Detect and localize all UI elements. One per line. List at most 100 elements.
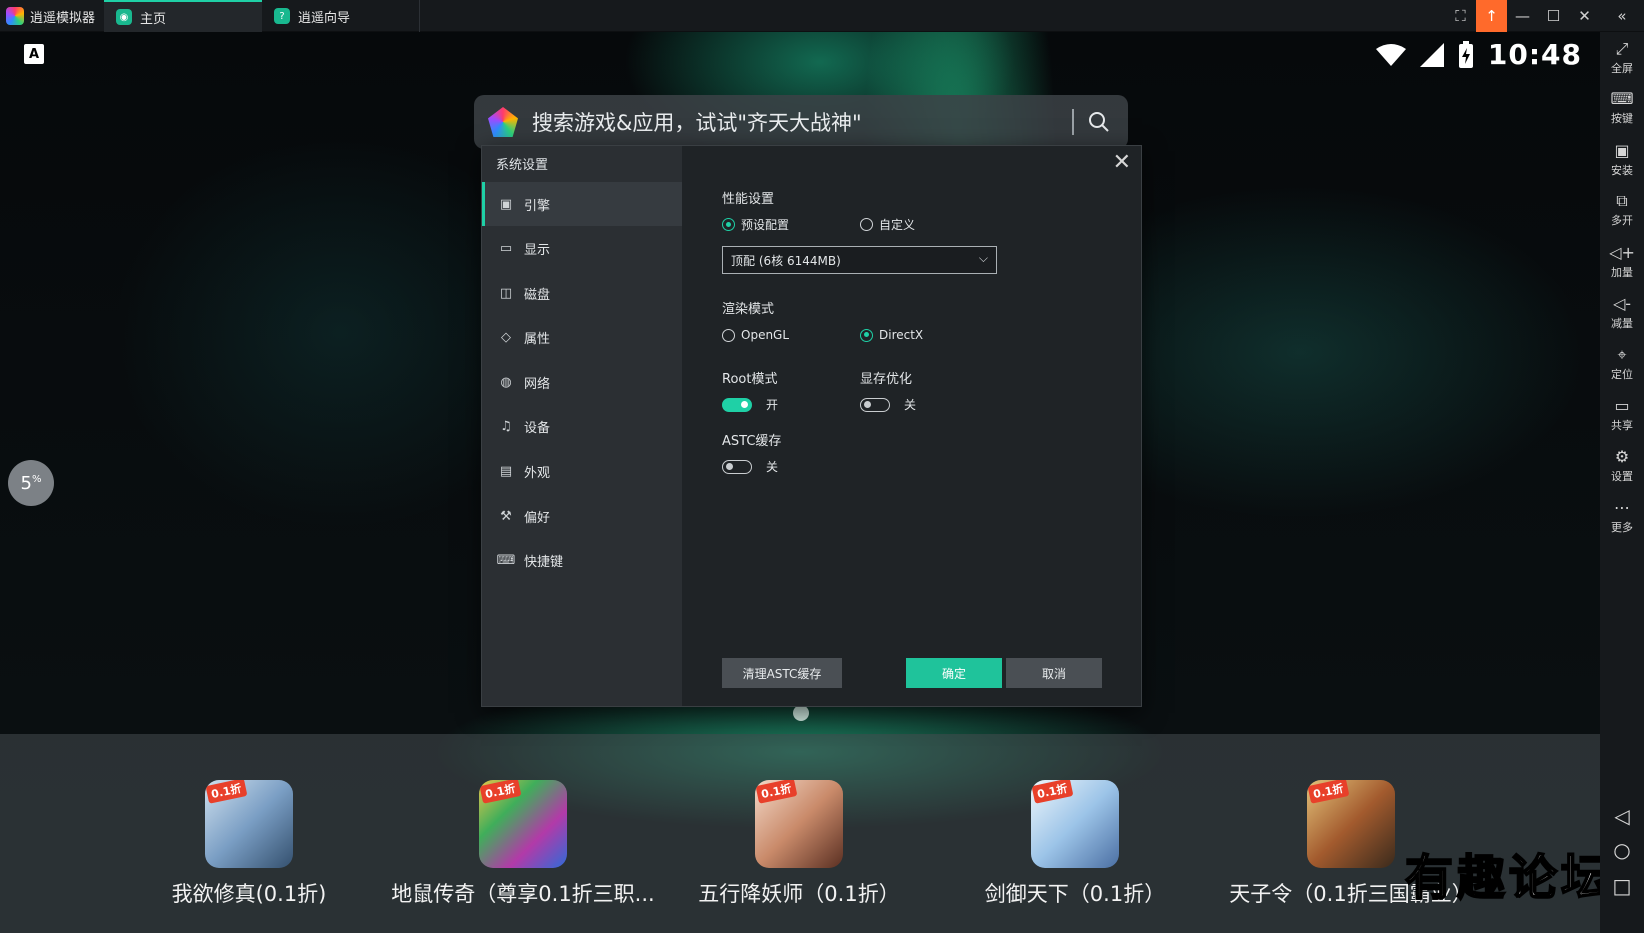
- window-controls: ⛶ ↑ — ☐ ✕ «: [1445, 0, 1644, 32]
- title-bar: 逍遥模拟器 ◉ 主页 ? 逍遥向导 ⛶ ↑ — ☐ ✕ «: [0, 0, 1644, 32]
- location-button[interactable]: ⌖ 定位: [1600, 346, 1644, 382]
- dialog-title: 系统设置: [496, 158, 549, 173]
- tab-home[interactable]: ◉ 主页: [104, 0, 262, 32]
- install-apk-button[interactable]: ▣ 安装: [1600, 142, 1644, 178]
- sidebar-item-preferences[interactable]: ⚒ 偏好: [482, 494, 682, 538]
- close-button[interactable]: ✕: [1569, 0, 1600, 32]
- search-icon[interactable]: [1088, 111, 1110, 133]
- floating-ball[interactable]: 5%: [8, 460, 54, 506]
- radio-label: DirectX: [879, 328, 924, 342]
- app-search-bar[interactable]: 搜索游戏&应用，试试"齐天大战神": [474, 95, 1128, 149]
- sidebar-item-label: 外观: [524, 465, 551, 481]
- sidebar-item-disk[interactable]: ◫ 磁盘: [482, 271, 682, 315]
- sidebar-item-label: 引擎: [524, 198, 551, 214]
- toggle-switch[interactable]: [860, 397, 890, 412]
- radio-directx[interactable]: DirectX: [860, 328, 923, 342]
- search-divider: [1072, 109, 1074, 135]
- floating-ball-unit: %: [31, 473, 42, 485]
- sidebar-item-device[interactable]: ♫ 设备: [482, 404, 682, 448]
- home-nav-button[interactable]: ○: [1600, 838, 1644, 862]
- radio-opengl[interactable]: OpenGL: [722, 328, 789, 342]
- location-icon: ⌖: [1617, 345, 1627, 364]
- preset-select[interactable]: 顶配 (6核 6144MB) ⌵: [722, 246, 997, 274]
- sidebar-item-label: 显示: [524, 242, 551, 258]
- dialog-close-button[interactable]: ✕: [1113, 150, 1131, 175]
- discount-badge: 0.1折: [1031, 780, 1073, 804]
- multi-instance-button[interactable]: ⧉ 多开: [1600, 192, 1644, 228]
- minimize-button[interactable]: —: [1507, 0, 1538, 32]
- recents-nav-button[interactable]: □: [1600, 874, 1644, 898]
- tab-guide[interactable]: ? 逍遥向导: [262, 0, 420, 32]
- search-placeholder[interactable]: 搜索游戏&应用，试试"齐天大战神": [532, 107, 1072, 137]
- app-label: 剑御天下（0.1折）: [984, 882, 1166, 906]
- radio-preset[interactable]: 预设配置: [722, 216, 789, 233]
- radio-dot: [722, 218, 735, 231]
- app-item[interactable]: 0.1折 地鼠传奇（尊享0.1折三职...: [388, 780, 658, 908]
- engine-icon: ▣: [499, 196, 513, 212]
- toggle-switch[interactable]: [722, 397, 752, 412]
- astc-cache-toggle[interactable]: 关: [722, 458, 778, 475]
- app-icon[interactable]: 0.1折: [205, 780, 293, 868]
- fullscreen-button[interactable]: ⤢ 全屏: [1600, 40, 1644, 76]
- clear-astc-button[interactable]: 清理ASTC缓存: [722, 658, 842, 688]
- tab-guide-label: 逍遥向导: [298, 10, 351, 26]
- app-icon[interactable]: 0.1折: [1031, 780, 1119, 868]
- volume-up-button[interactable]: ◁+ 加量: [1600, 244, 1644, 280]
- maximize-button[interactable]: ☐: [1538, 0, 1569, 32]
- keyboard-icon: ⌨: [496, 552, 516, 568]
- toggle-switch[interactable]: [722, 459, 752, 474]
- app-icon[interactable]: 0.1折: [755, 780, 843, 868]
- sidebar-item-label: 偏好: [524, 510, 551, 526]
- window-icon: ▤: [499, 463, 513, 479]
- radio-label: OpenGL: [741, 328, 790, 342]
- app-icon[interactable]: 0.1折: [1307, 780, 1395, 868]
- sidebar-item-engine[interactable]: ▣ 引擎: [482, 182, 682, 226]
- volume-down-button[interactable]: ◁- 减量: [1600, 295, 1644, 331]
- vram-optimize-heading: 显存优化: [860, 372, 913, 387]
- toolbar-label: 减量: [1611, 317, 1633, 330]
- confirm-button[interactable]: 确定: [906, 658, 1002, 688]
- collapse-toolbar-icon[interactable]: «: [1600, 0, 1644, 32]
- tab-home-label: 主页: [140, 11, 167, 27]
- toggle-state: 开: [766, 398, 779, 412]
- home-tab-icon: ◉: [116, 9, 132, 25]
- render-mode-heading: 渲染模式: [722, 302, 775, 317]
- sidebar-item-appearance[interactable]: ▤ 外观: [482, 449, 682, 493]
- more-button[interactable]: ⋯ 更多: [1600, 499, 1644, 535]
- root-mode-heading: Root模式: [722, 372, 778, 387]
- system-settings-dialog: 系统设置 ▣ 引擎 ▭ 显示 ◫ 磁盘 ◇ 属性 ◍ 网络 ♫ 设备 ▤ 外观 ⚒ 偏好 ⌨ 快捷…: [481, 145, 1142, 707]
- back-nav-button[interactable]: ◁: [1600, 804, 1644, 828]
- performance-heading: 性能设置: [722, 192, 775, 207]
- keymap-button[interactable]: ⌨ 按键: [1600, 90, 1644, 126]
- folder-icon: ▭: [1614, 396, 1630, 415]
- app-item[interactable]: 0.1折 五行降妖师（0.1折）: [664, 780, 934, 908]
- radio-dot: [860, 218, 873, 231]
- sidebar-item-hotkeys[interactable]: ⌨ 快捷键: [482, 538, 682, 582]
- app-item[interactable]: 0.1折 剑御天下（0.1折）: [940, 780, 1210, 908]
- sidebar-item-label: 网络: [524, 376, 551, 392]
- signal-icon: [1419, 42, 1444, 67]
- app-item[interactable]: 0.1折 我欲修真(0.1折): [114, 780, 384, 908]
- upload-icon[interactable]: ↑: [1476, 0, 1507, 32]
- sidebar-item-label: 属性: [524, 331, 551, 347]
- app-label: 五行降妖师（0.1折）: [698, 882, 900, 906]
- vram-optimize-toggle[interactable]: 关: [860, 396, 916, 413]
- shared-folder-button[interactable]: ▭ 共享: [1600, 397, 1644, 433]
- toolbar-label: 安装: [1611, 164, 1633, 177]
- more-icon: ⋯: [1614, 498, 1630, 517]
- status-bar: 10:48: [1375, 38, 1582, 71]
- app-icon[interactable]: 0.1折: [479, 780, 567, 868]
- discount-badge: 0.1折: [755, 780, 797, 804]
- sidebar-item-properties[interactable]: ◇ 属性: [482, 315, 682, 359]
- settings-button[interactable]: ⚙ 设置: [1600, 448, 1644, 484]
- cancel-button[interactable]: 取消: [1006, 658, 1102, 688]
- sidebar-item-network[interactable]: ◍ 网络: [482, 360, 682, 404]
- sidebar-item-label: 设备: [524, 420, 551, 436]
- sidebar-item-label: 快捷键: [524, 554, 564, 570]
- expand-icon[interactable]: ⛶: [1445, 0, 1476, 32]
- sidebar-item-display[interactable]: ▭ 显示: [482, 226, 682, 270]
- gear-icon: ⚙: [1614, 447, 1630, 466]
- guide-tab-icon: ?: [274, 8, 290, 24]
- radio-custom[interactable]: 自定义: [860, 216, 915, 233]
- root-mode-toggle[interactable]: 开: [722, 396, 778, 413]
